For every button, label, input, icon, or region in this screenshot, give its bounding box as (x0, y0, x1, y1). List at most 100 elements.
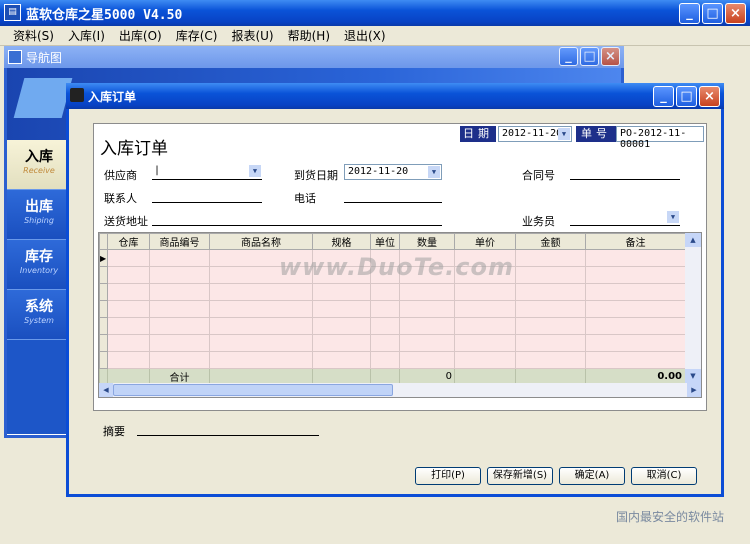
nav-window-icon (8, 50, 22, 64)
app-title: 蓝软仓库之星5000 V4.50 (26, 8, 183, 23)
nav-item-sub: Receive (23, 166, 55, 175)
contact-field[interactable] (152, 187, 262, 203)
scroll-up-icon[interactable]: ▲ (685, 233, 701, 247)
print-button[interactable]: 打印(P) (415, 467, 481, 485)
table-row[interactable] (99, 334, 686, 352)
contact-label: 联系人 (104, 192, 137, 205)
chevron-down-icon[interactable]: ▼ (558, 128, 570, 140)
scroll-down-icon[interactable]: ▼ (685, 369, 701, 383)
nav-item-sub: Inventory (19, 266, 59, 275)
menu-exit[interactable]: 退出(X) (337, 27, 393, 44)
col-item-name[interactable]: 商品名称 (209, 233, 313, 250)
table-row[interactable] (99, 351, 686, 369)
menu-inbound[interactable]: 入库(I) (61, 27, 112, 44)
nav-close-button[interactable]: × (601, 47, 620, 66)
memo-label: 摘要 (103, 425, 125, 438)
table-row[interactable] (99, 317, 686, 335)
scroll-left-icon[interactable]: ◀ (99, 383, 113, 397)
ok-button[interactable]: 确定(A) (559, 467, 625, 485)
arrival-date-field[interactable]: 2012-11-20 ▼ (344, 164, 442, 180)
dialog-title: 入库订单 (88, 90, 137, 104)
address-field[interactable] (152, 210, 442, 226)
dialog-titlebar: 入库订单 _ □ × (66, 83, 724, 109)
order-form: 入库订单 日期 2012-11-20 ▼ 单号 PO-2012-11-00001… (93, 123, 707, 411)
app-icon: ▤ (4, 4, 21, 21)
supplier-label: 供应商 (104, 169, 137, 182)
address-label: 送货地址 (104, 215, 148, 228)
nav-item-label: 入库 (25, 149, 53, 165)
memo-field[interactable] (137, 420, 319, 436)
dialog-minimize-button[interactable]: _ (653, 86, 674, 107)
table-row[interactable] (99, 300, 686, 318)
footer-watermark: 国内最安全的软件站 (616, 510, 725, 524)
dialog-maximize-button[interactable]: □ (676, 86, 697, 107)
nav-item-label: 系统 (25, 299, 53, 315)
col-amount[interactable]: 金额 (515, 233, 586, 250)
menu-help[interactable]: 帮助(H) (281, 27, 337, 44)
dialog-icon (70, 88, 84, 102)
chevron-down-icon[interactable]: ▼ (249, 165, 261, 177)
dialog-controls: _ □ × (653, 86, 720, 107)
nav-window-title: 导航图 (26, 51, 63, 65)
scroll-thumb[interactable] (113, 384, 393, 396)
nav-item-label: 出库 (25, 199, 53, 215)
scroll-right-icon[interactable]: ▶ (687, 383, 701, 397)
app-titlebar: ▤ 蓝软仓库之星5000 V4.50 _ □ × (0, 0, 750, 26)
nav-item-sub: System (24, 316, 54, 325)
close-button[interactable]: × (725, 3, 746, 24)
order-no-label: 单号 (576, 126, 616, 142)
nav-item-receive[interactable]: 入库 Receive (7, 140, 71, 190)
contract-field[interactable] (570, 164, 680, 180)
nav-minimize-button[interactable]: _ (559, 47, 578, 66)
menu-inventory[interactable]: 库存(C) (169, 27, 225, 44)
menu-reports[interactable]: 报表(U) (224, 27, 280, 44)
row-pointer-icon: ▶ (99, 249, 108, 267)
menu-data[interactable]: 资料(S) (6, 27, 61, 44)
date-field[interactable]: 2012-11-20 ▼ (498, 126, 572, 142)
date-value: 2012-11-20 (502, 128, 563, 139)
nav-item-shipping[interactable]: 出库 Shiping (7, 190, 71, 240)
grid-corner (99, 233, 108, 250)
grid-header-row: 仓库 商品编号 商品名称 规格 单位 数量 单价 金额 备注 (99, 233, 686, 250)
order-no-field[interactable]: PO-2012-11-00001 (616, 126, 704, 150)
col-unit[interactable]: 单位 (370, 233, 400, 250)
nav-item-label: 库存 (25, 249, 53, 265)
contract-label: 合同号 (522, 169, 555, 182)
table-row[interactable] (99, 283, 686, 301)
chevron-down-icon[interactable]: ▼ (428, 166, 440, 178)
menu-outbound[interactable]: 出库(O) (112, 27, 169, 44)
col-item-code[interactable]: 商品编号 (149, 233, 210, 250)
chevron-down-icon[interactable]: ▼ (667, 211, 679, 223)
order-items-grid[interactable]: 仓库 商品编号 商品名称 规格 单位 数量 单价 金额 备注 ▶ 合计 0 0.… (98, 232, 702, 398)
site-watermark: www.DuoTe.com (279, 253, 514, 281)
salesman-field[interactable]: ▼ (570, 210, 680, 226)
nav-item-inventory[interactable]: 库存 Inventory (7, 240, 71, 290)
phone-field[interactable] (344, 187, 442, 203)
window-controls: _ □ × (679, 3, 746, 24)
purchase-order-dialog: 入库订单 _ □ × 入库订单 日期 2012-11-20 ▼ 单号 PO-20… (66, 83, 724, 497)
phone-label: 电话 (294, 192, 316, 205)
save-new-button[interactable]: 保存新增(S) (487, 467, 553, 485)
col-remark[interactable]: 备注 (585, 233, 686, 250)
grid-horizontal-scrollbar[interactable]: ◀ ▶ (99, 383, 701, 397)
nav-item-system[interactable]: 系统 System (7, 290, 71, 340)
salesman-label: 业务员 (522, 215, 555, 228)
nav-sidebar: 入库 Receive 出库 Shiping 库存 Inventory 系统 Sy… (7, 140, 71, 434)
col-spec[interactable]: 规格 (312, 233, 371, 250)
warehouse-logo (13, 78, 73, 118)
dialog-close-button[interactable]: × (699, 86, 720, 107)
col-price[interactable]: 单价 (454, 233, 516, 250)
maximize-button[interactable]: □ (702, 3, 723, 24)
nav-maximize-button[interactable]: □ (580, 47, 599, 66)
minimize-button[interactable]: _ (679, 3, 700, 24)
col-warehouse[interactable]: 仓库 (107, 233, 150, 250)
supplier-value: | (154, 165, 161, 176)
menubar: 资料(S) 入库(I) 出库(O) 库存(C) 报表(U) 帮助(H) 退出(X… (0, 26, 750, 46)
nav-window-titlebar: 导航图 _ □ × (4, 46, 624, 68)
col-qty[interactable]: 数量 (399, 233, 455, 250)
grid-vertical-scrollbar[interactable]: ▲ ▼ (685, 233, 701, 383)
cancel-button[interactable]: 取消(C) (631, 467, 697, 485)
nav-window-controls: _ □ × (559, 47, 620, 66)
date-label: 日期 (460, 126, 496, 142)
supplier-field[interactable]: | ▼ (152, 164, 262, 180)
